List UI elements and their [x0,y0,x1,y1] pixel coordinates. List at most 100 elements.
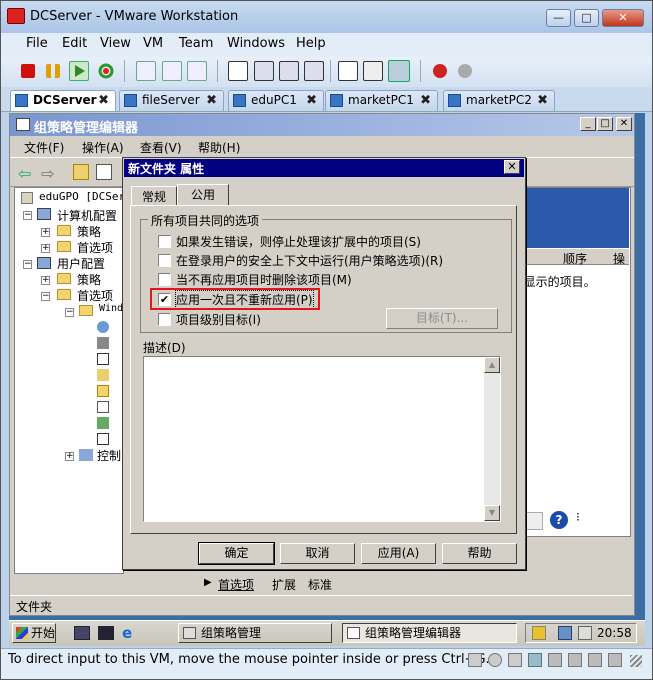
gpme-menu-view[interactable]: 查看(V) [140,139,182,156]
resize-grip-icon[interactable] [630,655,642,667]
gpme-menu-action[interactable]: 操作(A) [82,139,124,156]
tab-standard[interactable]: 标准 [308,576,332,593]
powershell-icon[interactable] [98,626,114,640]
taskbar-item-gpm[interactable]: 组策略管理 [178,623,332,643]
forward-arrow-icon[interactable]: ⇨ [41,164,54,183]
env-icon[interactable] [97,353,109,365]
menu-edit[interactable]: Edit [62,36,87,51]
revert-snapshot-icon[interactable] [162,61,182,81]
power-on-icon[interactable] [69,61,89,81]
clock[interactable]: 20:58 [597,626,632,640]
menu-windows[interactable]: Windows [227,36,285,51]
tab-common[interactable]: 公用 [177,184,229,206]
tab-extended[interactable]: 扩展 [272,576,296,593]
column-order[interactable]: 顺序 [563,250,587,267]
sidebar-toggle-icon[interactable] [228,61,248,81]
dialog-close-button[interactable]: ✕ [504,160,520,174]
tab-marketpc1[interactable]: marketPC1 ✖ [325,90,438,111]
network-icon[interactable] [558,626,572,640]
tree-policies-computer[interactable]: 策略 [77,223,101,240]
option-item-targeting[interactable]: 项目级别目标(I) [176,311,261,328]
tray-flag-icon[interactable] [532,626,546,640]
tab-edupc1[interactable]: eduPC1 ✖ [228,90,324,111]
shortcuts-icon[interactable] [97,433,109,445]
expand-icon[interactable]: − [23,211,32,220]
expand-icon[interactable]: + [65,452,74,461]
power-off-icon[interactable] [21,64,35,78]
option-run-as-user[interactable]: 在登录用户的安全上下文中运行(用户策略选项)(R) [176,252,443,269]
display-icon[interactable] [608,653,622,667]
tree-preferences-computer[interactable]: 首选项 [77,239,113,256]
tab-close-icon[interactable]: ✖ [306,91,317,110]
ini-files-icon[interactable] [97,401,109,413]
volume-icon[interactable] [578,626,592,640]
menu-vm[interactable]: VM [143,36,163,51]
summary-view-icon[interactable] [363,61,383,81]
gpme-maximize-button[interactable]: □ [597,117,613,131]
tree-preferences-user[interactable]: 首选项 [77,287,113,304]
snapshot-icon[interactable] [136,61,156,81]
gpme-close-button[interactable]: ✕ [616,117,632,131]
expand-icon[interactable]: + [41,276,50,285]
scroll-up-icon[interactable]: ▲ [484,357,500,373]
files-icon[interactable] [97,369,109,381]
minimize-button[interactable]: — [546,9,571,27]
column-action[interactable]: 操 [613,250,625,267]
reset-icon[interactable] [96,61,116,81]
hdd-icon[interactable] [468,653,482,667]
apply-button[interactable]: 应用(A) [361,543,436,564]
network-adapter-icon[interactable] [528,653,542,667]
gpme-minimize-button[interactable]: _ [580,117,596,131]
drive-maps-icon[interactable] [97,337,109,349]
targeting-button[interactable]: 目标(T)... [386,308,498,329]
checkbox-item-targeting[interactable] [158,313,171,326]
quick-switch-icon[interactable] [304,61,324,81]
scroll-down-icon[interactable]: ▼ [484,505,500,521]
checkbox-remove-item[interactable] [158,273,171,286]
description-textarea[interactable] [143,356,501,522]
option-stop-on-error[interactable]: 如果发生错误，则停止处理该扩展中的项目(S) [176,233,421,250]
registry-icon[interactable] [97,417,109,429]
snapshot-manager-icon[interactable] [187,61,207,81]
taskbar-item-gpme[interactable]: 组策略管理编辑器 [342,623,517,643]
tree-user-config[interactable]: 用户配置 [57,255,105,272]
expand-icon[interactable]: − [65,308,74,317]
ok-button[interactable]: 确定 [198,542,275,565]
tab-preferences[interactable]: 首选项 [218,576,254,593]
printer-icon[interactable] [588,653,602,667]
show-tree-icon[interactable] [96,164,112,180]
ie-icon[interactable]: e [122,624,132,642]
record-icon[interactable] [430,61,450,81]
tree-computer-config[interactable]: 计算机配置 [57,207,117,224]
tab-close-icon[interactable]: ✖ [98,91,109,110]
back-arrow-icon[interactable]: ⇦ [18,164,31,183]
tree-policies-user[interactable]: 策略 [77,271,101,288]
menu-help[interactable]: Help [296,36,326,51]
menu-view[interactable]: View [100,36,131,51]
close-button[interactable]: ✕ [602,9,644,27]
cancel-button[interactable]: 取消 [280,543,355,564]
folders-icon[interactable] [97,385,109,397]
application-icon[interactable] [97,321,109,333]
help-button[interactable]: 帮助 [442,543,517,564]
gpme-menu-help[interactable]: 帮助(H) [198,139,240,156]
scroll-right-icon[interactable]: ▶ [204,577,212,588]
tree-windows-settings[interactable]: Wind [99,303,123,314]
tab-close-icon[interactable]: ✖ [537,91,548,110]
settings-icon[interactable] [455,61,475,81]
tree-control-panel[interactable]: 控制 [97,447,121,464]
tree-root[interactable]: eduGPO [DCServ [39,190,123,203]
unity-icon[interactable] [279,61,299,81]
tab-fileserver[interactable]: fileServer ✖ [119,90,224,111]
option-remove-item[interactable]: 当不再应用项目时删除该项目(M) [176,271,352,288]
expand-icon[interactable]: − [23,260,32,269]
checkbox-run-as-user[interactable] [158,254,171,267]
maximize-button[interactable]: □ [574,9,599,27]
description-scrollbar[interactable]: ▲ ▼ [484,357,500,521]
tab-marketpc2[interactable]: marketPC2 ✖ [443,90,555,111]
menu-file[interactable]: File [26,36,48,51]
tab-close-icon[interactable]: ✖ [420,91,431,110]
suspend-icon[interactable] [46,64,60,78]
console-view-icon[interactable] [338,61,358,81]
expand-icon[interactable]: + [41,244,50,253]
